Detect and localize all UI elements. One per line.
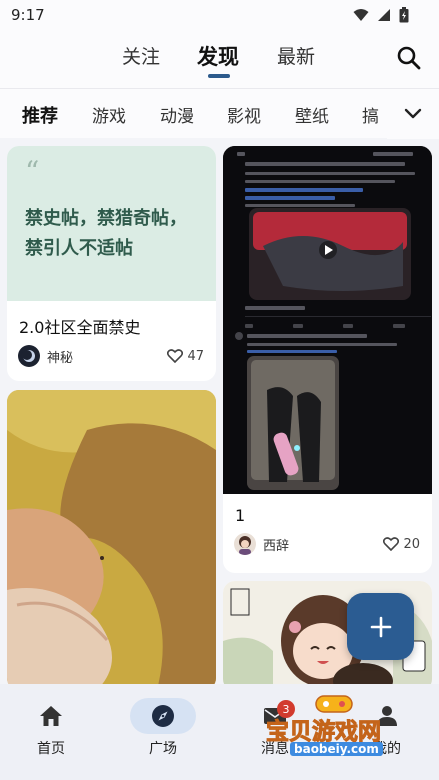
search-icon <box>397 46 421 70</box>
post-author[interactable]: 西辞 <box>263 535 383 554</box>
like-count: 20 <box>403 536 420 552</box>
post-author[interactable]: 神秘 <box>47 347 167 366</box>
post-cover-image <box>223 146 432 494</box>
watermark-url: baobeiy.com <box>290 742 383 756</box>
like-button[interactable]: 20 <box>383 537 420 552</box>
tab-following[interactable]: 关注 <box>122 42 160 69</box>
watermark-text: 宝贝游戏网 <box>266 719 382 746</box>
like-count: 47 <box>187 348 204 364</box>
category-wallpaper[interactable]: 壁纸 <box>295 102 329 127</box>
active-tab-indicator <box>208 74 230 78</box>
avatar[interactable] <box>18 345 40 367</box>
battery-icon <box>399 7 409 23</box>
status-time: 9:17 <box>11 6 45 24</box>
nav-label: 广场 <box>149 741 177 757</box>
search-button[interactable] <box>395 44 423 72</box>
compass-icon <box>152 705 174 727</box>
avatar[interactable] <box>234 533 256 555</box>
status-icons <box>353 7 409 23</box>
create-post-button[interactable] <box>347 593 414 660</box>
signal-icon <box>378 9 390 21</box>
status-bar: 9:17 <box>0 0 439 32</box>
nav-label: 首页 <box>37 741 65 757</box>
cover-illustration <box>223 146 432 494</box>
nav-square[interactable]: 广场 <box>113 698 213 758</box>
category-film[interactable]: 影视 <box>227 102 261 127</box>
post-title: 1 <box>235 506 246 525</box>
gamepad-icon <box>315 695 353 713</box>
wifi-icon <box>353 9 369 21</box>
top-tab-bar: 关注 发现 最新 <box>0 32 439 88</box>
category-funny[interactable]: 搞 <box>362 102 379 127</box>
quote-mark-icon: “ <box>25 155 40 188</box>
heart-icon <box>167 349 184 363</box>
home-icon <box>40 706 62 726</box>
post-cover-quote: “ 禁史帖，禁猎奇帖，禁引人不适帖 <box>7 146 216 301</box>
post-card[interactable]: “ 禁史帖，禁猎奇帖，禁引人不适帖 2.0社区全面禁史 神秘 47 <box>7 146 216 381</box>
tab-latest[interactable]: 最新 <box>277 42 315 69</box>
category-anime[interactable]: 动漫 <box>160 102 194 127</box>
heart-icon <box>383 537 400 551</box>
category-games[interactable]: 游戏 <box>92 102 126 127</box>
chevron-down-icon <box>404 108 422 119</box>
plus-icon <box>370 616 391 637</box>
category-expand-button[interactable] <box>387 89 439 139</box>
post-quote-text: 禁史帖，禁猎奇帖，禁引人不适帖 <box>25 208 187 259</box>
post-title: 2.0社区全面禁史 <box>19 318 141 337</box>
category-recommended[interactable]: 推荐 <box>22 102 58 128</box>
post-card[interactable]: 1 西辞 20 <box>223 146 432 573</box>
nav-home[interactable]: 首页 <box>1 698 101 758</box>
post-meta: 神秘 47 <box>18 345 204 367</box>
watermark-logo: 宝贝游戏网 baobeiy.com <box>266 695 416 776</box>
like-button[interactable]: 47 <box>167 349 204 364</box>
tab-discover[interactable]: 发现 <box>197 41 239 71</box>
post-cover-image <box>7 390 216 684</box>
post-meta: 西辞 20 <box>234 533 420 555</box>
post-card[interactable] <box>7 390 216 684</box>
category-bar: 推荐 游戏 动漫 影视 壁纸 搞 <box>0 88 439 139</box>
